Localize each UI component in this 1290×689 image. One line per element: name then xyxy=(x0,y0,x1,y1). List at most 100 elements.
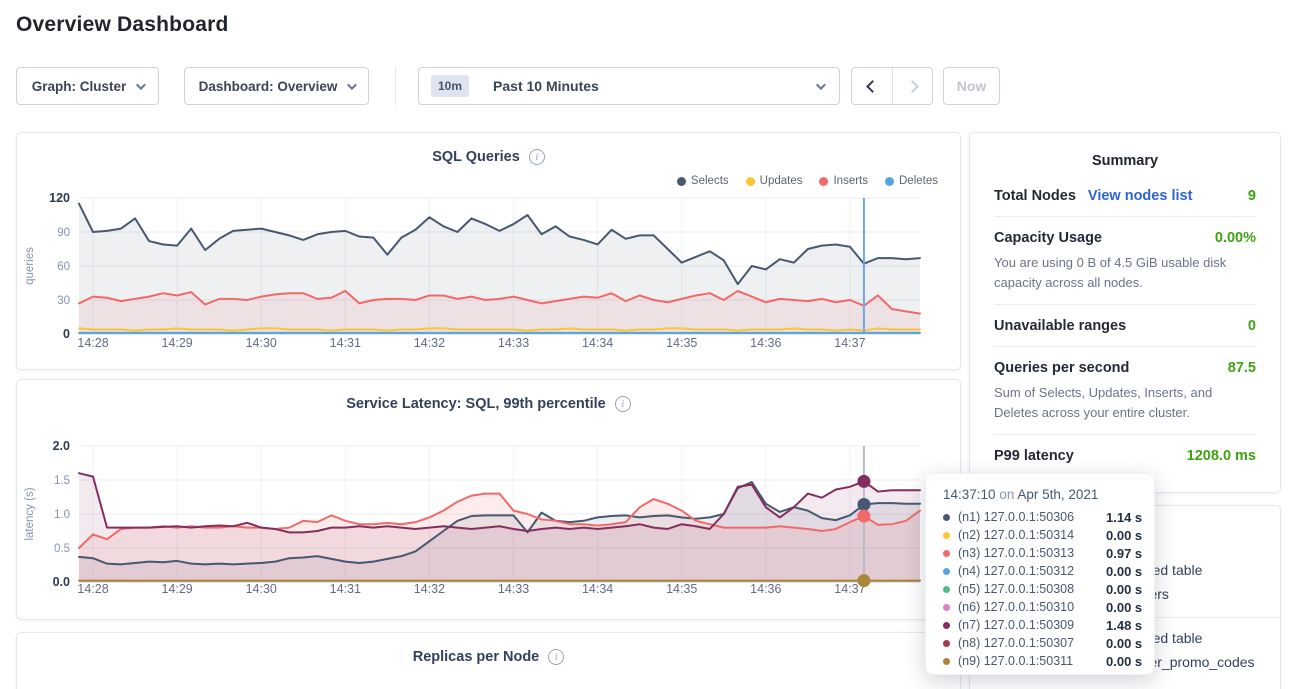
y-tick-label: 1.0 xyxy=(54,509,70,521)
tooltip-header: 14:37:10 on Apr 5th, 2021 xyxy=(943,487,1144,502)
summary-label: P99 latency xyxy=(994,448,1074,464)
y-tick-label: 30 xyxy=(57,295,70,307)
node-address: (n3) 127.0.0.1:50313 xyxy=(958,546,1106,560)
x-tick-label: 14:28 xyxy=(77,582,108,596)
summary-value: 9 xyxy=(1248,188,1256,204)
graph-select[interactable]: Graph: Cluster xyxy=(16,67,159,105)
chevron-down-icon xyxy=(816,80,826,90)
tooltip-row-n9: (n9) 127.0.0.1:503110.00 s xyxy=(943,652,1144,670)
service-latency-chart-card: Service Latency: SQL, 99th percentile i … xyxy=(16,379,961,620)
summary-label: Unavailable ranges xyxy=(994,318,1126,334)
sql-queries-chart-card: SQL Queries i Selects Updates Inserts De… xyxy=(16,132,961,370)
x-tick-label: 14:37 xyxy=(834,336,865,350)
overview-dashboard-page: { "page": { "title": "Overview Dashboard… xyxy=(0,0,1290,689)
y-tick-label: 0.0 xyxy=(53,575,70,589)
node-color-dot xyxy=(943,640,950,647)
time-range-label: Past 10 Minutes xyxy=(493,78,599,94)
tooltip-row-n2: (n2) 127.0.0.1:503140.00 s xyxy=(943,526,1144,544)
node-color-dot xyxy=(943,532,950,539)
x-tick-label: 14:31 xyxy=(330,336,361,350)
summary-row-unavailable-ranges: Unavailable ranges 0 xyxy=(994,305,1256,347)
node-address: (n5) 127.0.0.1:50308 xyxy=(958,582,1106,596)
x-tick-label: 14:33 xyxy=(498,336,529,350)
summary-value: 87.5 xyxy=(1228,360,1256,376)
node-color-dot xyxy=(943,622,950,629)
time-nav-group xyxy=(851,67,933,105)
summary-label: Queries per second xyxy=(994,360,1129,376)
node-latency-value: 0.00 s xyxy=(1106,600,1142,615)
node-address: (n1) 127.0.0.1:50306 xyxy=(958,510,1106,524)
node-latency-value: 0.00 s xyxy=(1106,564,1142,579)
x-tick-label: 14:30 xyxy=(246,582,277,596)
time-prev-button[interactable] xyxy=(852,68,892,104)
sql-queries-plot[interactable]: 030609012014:2814:2914:3014:3114:3214:33… xyxy=(17,133,960,369)
tooltip-row-n3: (n3) 127.0.0.1:503130.97 s xyxy=(943,544,1144,562)
summary-panel: Summary Total Nodes View nodes list 9 Ca… xyxy=(969,132,1281,493)
controls-divider xyxy=(395,67,396,105)
node-latency-value: 0.00 s xyxy=(1106,636,1142,651)
node-latency-value: 0.97 s xyxy=(1106,546,1142,561)
x-tick-label: 14:33 xyxy=(498,582,529,596)
service-latency-plot[interactable]: 0.00.51.01.52.014:2814:2914:3014:3114:32… xyxy=(17,380,960,619)
x-tick-label: 14:35 xyxy=(666,582,697,596)
x-tick-label: 14:29 xyxy=(161,582,192,596)
y-tick-label: 60 xyxy=(57,261,70,273)
x-tick-label: 14:29 xyxy=(161,336,192,350)
y-tick-label: 0.5 xyxy=(54,543,70,555)
tooltip-time: 14:37:10 xyxy=(943,487,996,502)
chevron-right-icon xyxy=(906,80,919,93)
x-tick-label: 14:31 xyxy=(330,582,361,596)
node-latency-value: 1.14 s xyxy=(1106,510,1142,525)
tooltip-row-n4: (n4) 127.0.0.1:503120.00 s xyxy=(943,562,1144,580)
node-color-dot xyxy=(943,586,950,593)
tooltip-row-n8: (n8) 127.0.0.1:503070.00 s xyxy=(943,634,1144,652)
node-address: (n7) 127.0.0.1:50309 xyxy=(958,618,1106,632)
summary-row-total-nodes: Total Nodes View nodes list 9 xyxy=(994,175,1256,217)
chevron-left-icon xyxy=(866,80,879,93)
graph-select-label: Graph: Cluster xyxy=(32,79,127,94)
dashboard-controls: Graph: Cluster Dashboard: Overview 10m P… xyxy=(16,67,1000,105)
node-address: (n8) 127.0.0.1:50307 xyxy=(958,636,1106,650)
page-title: Overview Dashboard xyxy=(16,13,229,37)
y-tick-label: 120 xyxy=(49,191,70,205)
node-latency-value: 0.00 s xyxy=(1106,528,1142,543)
time-range-badge: 10m xyxy=(431,75,469,97)
y-tick-label: 0 xyxy=(63,327,70,341)
now-button[interactable]: Now xyxy=(943,67,1000,105)
node-latency-value: 0.00 s xyxy=(1106,654,1142,669)
node-address: (n6) 127.0.0.1:50310 xyxy=(958,600,1106,614)
summary-row-capacity-usage: Capacity Usage 0.00% You are using 0 B o… xyxy=(994,217,1256,305)
y-tick-label: 1.5 xyxy=(54,475,70,487)
hover-dot-n3 xyxy=(857,510,870,523)
y-axis-label: queries xyxy=(24,247,36,285)
x-tick-label: 14:34 xyxy=(582,336,613,350)
node-address: (n4) 127.0.0.1:50312 xyxy=(958,564,1106,578)
time-range-select[interactable]: 10m Past 10 Minutes xyxy=(418,67,840,105)
chart-title-replicas-per-node: Replicas per Node xyxy=(413,649,540,665)
tooltip-row-n1: (n1) 127.0.0.1:503061.14 s xyxy=(943,508,1144,526)
summary-title: Summary xyxy=(970,133,1280,169)
summary-label: Total Nodes xyxy=(994,188,1076,204)
tooltip-rows: (n1) 127.0.0.1:503061.14 s(n2) 127.0.0.1… xyxy=(943,508,1144,670)
x-tick-label: 14:36 xyxy=(750,336,781,350)
tooltip-date: Apr 5th, 2021 xyxy=(1017,487,1098,502)
dashboard-select-label: Dashboard: Overview xyxy=(199,79,338,94)
node-color-dot xyxy=(943,568,950,575)
x-tick-label: 14:32 xyxy=(414,582,445,596)
hover-dot-n7 xyxy=(857,475,870,488)
tooltip-row-n7: (n7) 127.0.0.1:503091.48 s xyxy=(943,616,1144,634)
summary-value: 0.00% xyxy=(1215,230,1256,246)
info-icon[interactable]: i xyxy=(548,649,564,665)
chevron-down-icon xyxy=(136,80,146,90)
chevron-down-icon xyxy=(347,80,357,90)
view-nodes-list-link[interactable]: View nodes list xyxy=(1088,188,1193,204)
hover-dot-n9 xyxy=(857,574,870,587)
summary-value: 1208.0 ms xyxy=(1187,448,1256,464)
node-latency-value: 0.00 s xyxy=(1106,582,1142,597)
node-color-dot xyxy=(943,658,950,665)
summary-description: Sum of Selects, Updates, Inserts, and De… xyxy=(994,383,1256,422)
time-next-button[interactable] xyxy=(892,68,932,104)
chart-hover-tooltip: 14:37:10 on Apr 5th, 2021 (n1) 127.0.0.1… xyxy=(925,473,1155,675)
x-tick-label: 14:32 xyxy=(414,336,445,350)
dashboard-select[interactable]: Dashboard: Overview xyxy=(184,67,369,105)
